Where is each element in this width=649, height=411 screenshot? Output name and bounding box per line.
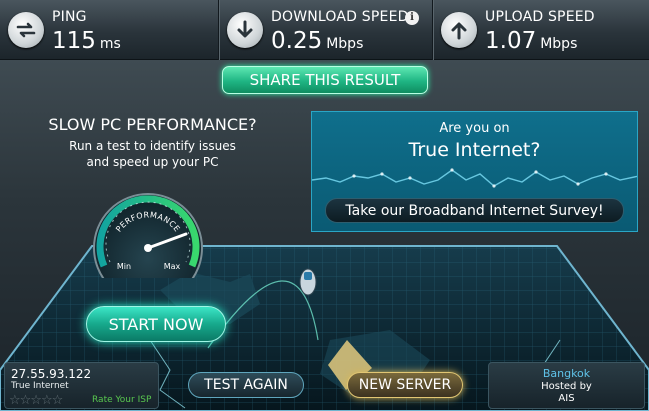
- isp-rating-stars[interactable]: ☆☆☆☆☆: [9, 393, 63, 408]
- upload-stat: UPLOAD SPEED 1.07 Mbps: [432, 0, 649, 60]
- upload-arrow-icon: [441, 12, 477, 48]
- ping-arrows-icon: [8, 12, 44, 48]
- ping-stat: PING 115 ms: [0, 0, 218, 60]
- gauge-min-label: Min: [117, 262, 131, 271]
- survey-graph: [312, 168, 637, 188]
- ping-value: 115: [52, 28, 96, 54]
- upload-value: 1.07: [485, 28, 537, 54]
- ping-label: PING: [52, 9, 87, 25]
- upload-unit: Mbps: [540, 36, 578, 52]
- info-icon[interactable]: i: [405, 11, 419, 25]
- slow-pc-description: Run a test to identify issues and speed …: [55, 138, 250, 170]
- download-label: DOWNLOAD SPEED: [271, 9, 409, 25]
- client-isp-name: True Internet: [11, 381, 69, 391]
- slow-pc-title: SLOW PC PERFORMANCE?: [48, 115, 257, 134]
- slow-pc-desc-line1: Run a test to identify issues: [69, 139, 236, 153]
- download-unit: Mbps: [326, 36, 364, 52]
- client-ip-address: 27.55.93.122: [11, 367, 92, 381]
- server-host-name: AIS: [558, 393, 575, 404]
- results-bar: PING 115 ms DOWNLOAD SPEED i 0.25 Mbps UPL…: [0, 0, 649, 60]
- new-server-button[interactable]: NEW SERVER: [347, 372, 463, 398]
- download-stat: DOWNLOAD SPEED i 0.25 Mbps: [218, 0, 432, 60]
- performance-gauge: PERFORMANCE Min Max: [93, 193, 203, 278]
- server-hosted-label: Hosted by: [541, 381, 592, 392]
- upload-label: UPLOAD SPEED: [485, 9, 595, 25]
- broadband-survey-button[interactable]: Take our Broadband Internet Survey!: [325, 198, 624, 223]
- survey-question: Are you on: [439, 121, 510, 136]
- gauge-max-label: Max: [164, 262, 181, 271]
- isp-survey-card[interactable]: Are you on True Internet? Take our Broad…: [311, 111, 638, 232]
- client-info-box: 27.55.93.122 True Internet ☆☆☆☆☆ Rate Yo…: [4, 362, 159, 409]
- ping-unit: ms: [99, 36, 121, 52]
- server-info-box: Bangkok Hosted by AIS: [488, 362, 645, 409]
- download-arrow-icon: [227, 12, 263, 48]
- download-value-wrap: 0.25 Mbps: [271, 28, 363, 54]
- main-panel: SHARE THIS RESULT SLOW PC PERFORMANCE? R…: [0, 60, 649, 411]
- upload-value-wrap: 1.07 Mbps: [485, 28, 577, 54]
- download-value: 0.25: [271, 28, 323, 54]
- server-city: Bangkok: [542, 367, 591, 380]
- ping-value-wrap: 115 ms: [52, 28, 121, 54]
- start-now-button[interactable]: START NOW: [86, 306, 226, 342]
- share-result-button[interactable]: SHARE THIS RESULT: [222, 66, 428, 94]
- rate-your-isp-link[interactable]: Rate Your ISP: [92, 395, 151, 405]
- slow-pc-desc-line2: and speed up your PC: [86, 155, 219, 169]
- test-again-button[interactable]: TEST AGAIN: [188, 372, 304, 398]
- survey-isp-name: True Internet?: [408, 139, 541, 161]
